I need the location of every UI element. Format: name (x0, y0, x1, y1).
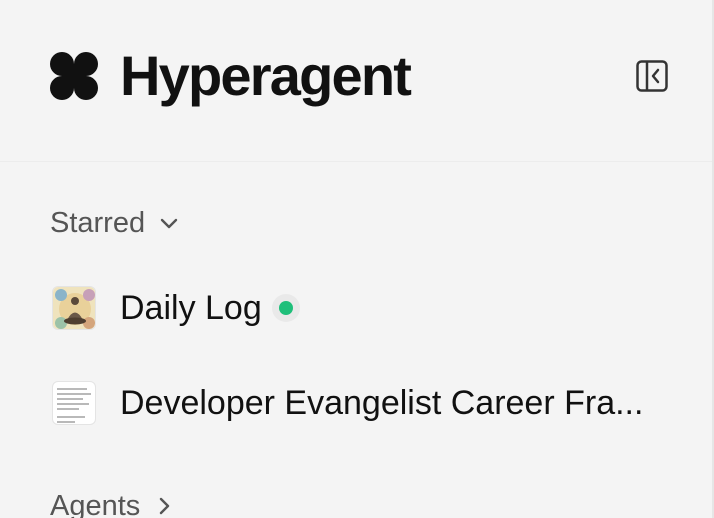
status-badge (271, 294, 300, 322)
brand-name: Hyperagent (120, 44, 412, 107)
sidebar-collapse-icon (636, 60, 668, 92)
chevron-down-icon (157, 211, 181, 235)
sidebar-header: Hyperagent (0, 0, 712, 162)
document-thumbnail (52, 381, 96, 425)
chevron-right-icon (152, 494, 176, 518)
item-label: Developer Evangelist Career Fra... (120, 384, 644, 422)
collapse-sidebar-button[interactable] (630, 54, 674, 98)
active-status-dot-icon (278, 301, 293, 315)
sidebar: Hyperagent Starred Daily Log Developer E… (0, 0, 714, 518)
starred-section-toggle[interactable]: Starred (50, 203, 181, 243)
starred-item-developer-evangelist[interactable]: Developer Evangelist Career Fra... (52, 381, 655, 425)
four-petal-logo-icon (45, 47, 103, 105)
agents-section-toggle[interactable]: Agents (50, 486, 176, 518)
starred-section-label: Starred (50, 207, 146, 239)
starred-item-daily-log[interactable]: Daily Log (52, 286, 300, 330)
meditation-illustration-thumbnail (52, 286, 96, 330)
agents-section-label: Agents (50, 490, 141, 518)
item-label: Daily Log (120, 289, 262, 327)
